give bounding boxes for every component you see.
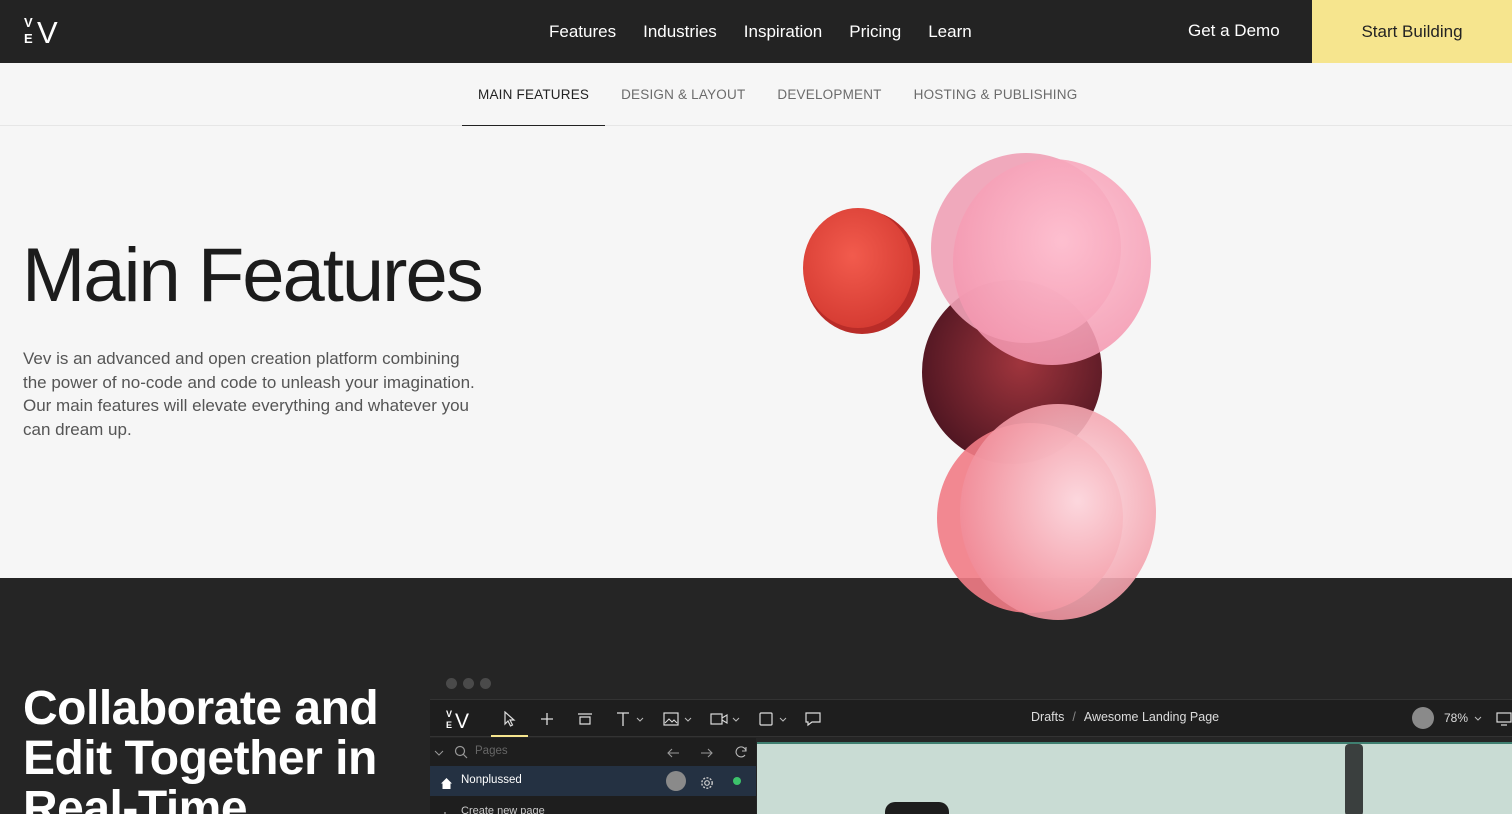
create-page-button[interactable]: Create new page bbox=[461, 805, 545, 814]
page-title: Main Features bbox=[22, 233, 484, 318]
frame-icon[interactable] bbox=[577, 709, 593, 729]
pages-search-row: Pages bbox=[430, 738, 756, 766]
pink-disc-top bbox=[953, 159, 1151, 365]
pages-panel: Pages Nonplussed Create new page bbox=[430, 738, 756, 814]
pink-disc-bottom bbox=[960, 404, 1156, 620]
nav-link-industries[interactable]: Industries bbox=[643, 22, 717, 42]
active-tool-indicator bbox=[491, 735, 528, 737]
page-name: Nonplussed bbox=[461, 774, 522, 786]
window-controls bbox=[446, 678, 491, 689]
chevron-down-icon bbox=[1474, 716, 1482, 722]
main-nav-links: Features Industries Inspiration Pricing … bbox=[549, 0, 972, 63]
collaboration-title: Collaborate and Edit Together in Real-Ti… bbox=[23, 682, 379, 814]
logo-letter-bottom: E bbox=[24, 31, 33, 46]
nav-link-learn[interactable]: Learn bbox=[928, 22, 971, 42]
avatar bbox=[666, 771, 686, 791]
window-dot-minimize bbox=[463, 678, 474, 689]
get-demo-link[interactable]: Get a Demo bbox=[1188, 21, 1280, 41]
logo-letter-top: V bbox=[24, 15, 33, 30]
avatar[interactable] bbox=[1412, 707, 1434, 729]
logo-icon[interactable]: V E V bbox=[446, 708, 476, 730]
video-icon[interactable] bbox=[710, 709, 742, 729]
tab-development[interactable]: DEVELOPMENT bbox=[761, 63, 897, 126]
arrow-right-icon[interactable] bbox=[700, 743, 714, 763]
logo-icon[interactable]: V E V bbox=[23, 14, 67, 46]
arrow-left-icon[interactable] bbox=[666, 743, 680, 763]
search-icon bbox=[454, 742, 468, 762]
tab-design-layout[interactable]: DESIGN & LAYOUT bbox=[605, 63, 761, 126]
home-icon bbox=[440, 773, 453, 793]
canvas-element bbox=[885, 802, 949, 814]
refresh-icon[interactable] bbox=[734, 742, 748, 762]
status-badge bbox=[733, 777, 741, 785]
nav-link-features[interactable]: Features bbox=[549, 22, 616, 42]
editor-logo-letter-top: V bbox=[446, 709, 452, 719]
top-navigation: V E V Features Industries Inspiration Pr… bbox=[0, 0, 1512, 63]
zoom-value: 78% bbox=[1444, 711, 1469, 725]
comment-icon[interactable] bbox=[804, 709, 822, 729]
list-item[interactable]: Nonplussed bbox=[430, 766, 756, 796]
canvas-shape bbox=[1345, 744, 1363, 814]
nav-link-pricing[interactable]: Pricing bbox=[849, 22, 901, 42]
pages-search-input[interactable]: Pages bbox=[475, 745, 508, 757]
logo-letter-big: V bbox=[37, 15, 58, 46]
sub-navigation: MAIN FEATURES DESIGN & LAYOUT DEVELOPMEN… bbox=[0, 63, 1512, 126]
editor-logo-letter-big: V bbox=[455, 710, 469, 730]
window-dot-close bbox=[446, 678, 457, 689]
red-disc bbox=[803, 208, 913, 328]
nav-link-inspiration[interactable]: Inspiration bbox=[744, 22, 822, 42]
hero-illustration bbox=[790, 140, 1170, 630]
tab-hosting-publishing[interactable]: HOSTING & PUBLISHING bbox=[898, 63, 1094, 126]
breadcrumb-drafts[interactable]: Drafts bbox=[1031, 710, 1064, 724]
chevron-down-icon[interactable] bbox=[434, 743, 444, 763]
editor-toolbar: V E V Drafts / Awesome Landing Page 78% bbox=[430, 699, 1512, 737]
start-building-button[interactable]: Start Building bbox=[1312, 0, 1512, 63]
tab-main-features[interactable]: MAIN FEATURES bbox=[462, 63, 606, 126]
shape-icon[interactable] bbox=[759, 709, 791, 729]
editor-logo-letter-bottom: E bbox=[446, 720, 452, 730]
editor-preview: V E V Drafts / Awesome Landing Page 78% … bbox=[430, 672, 1512, 814]
breadcrumb: Drafts / Awesome Landing Page bbox=[1031, 710, 1219, 724]
breadcrumb-separator: / bbox=[1072, 710, 1076, 724]
cursor-icon[interactable] bbox=[503, 709, 517, 729]
desktop-icon[interactable] bbox=[1496, 709, 1512, 729]
hero-description: Vev is an advanced and open creation pla… bbox=[23, 349, 475, 439]
window-dot-maximize bbox=[480, 678, 491, 689]
feature-tabs: MAIN FEATURES DESIGN & LAYOUT DEVELOPMEN… bbox=[462, 63, 1093, 126]
gear-icon[interactable] bbox=[700, 773, 714, 793]
breadcrumb-page[interactable]: Awesome Landing Page bbox=[1084, 710, 1219, 724]
image-icon[interactable] bbox=[663, 709, 695, 729]
editor-canvas[interactable] bbox=[757, 742, 1512, 814]
text-icon[interactable] bbox=[616, 709, 646, 729]
plus-icon[interactable] bbox=[440, 806, 450, 814]
plus-icon[interactable] bbox=[540, 709, 554, 729]
zoom-level[interactable]: 78% bbox=[1444, 711, 1482, 725]
